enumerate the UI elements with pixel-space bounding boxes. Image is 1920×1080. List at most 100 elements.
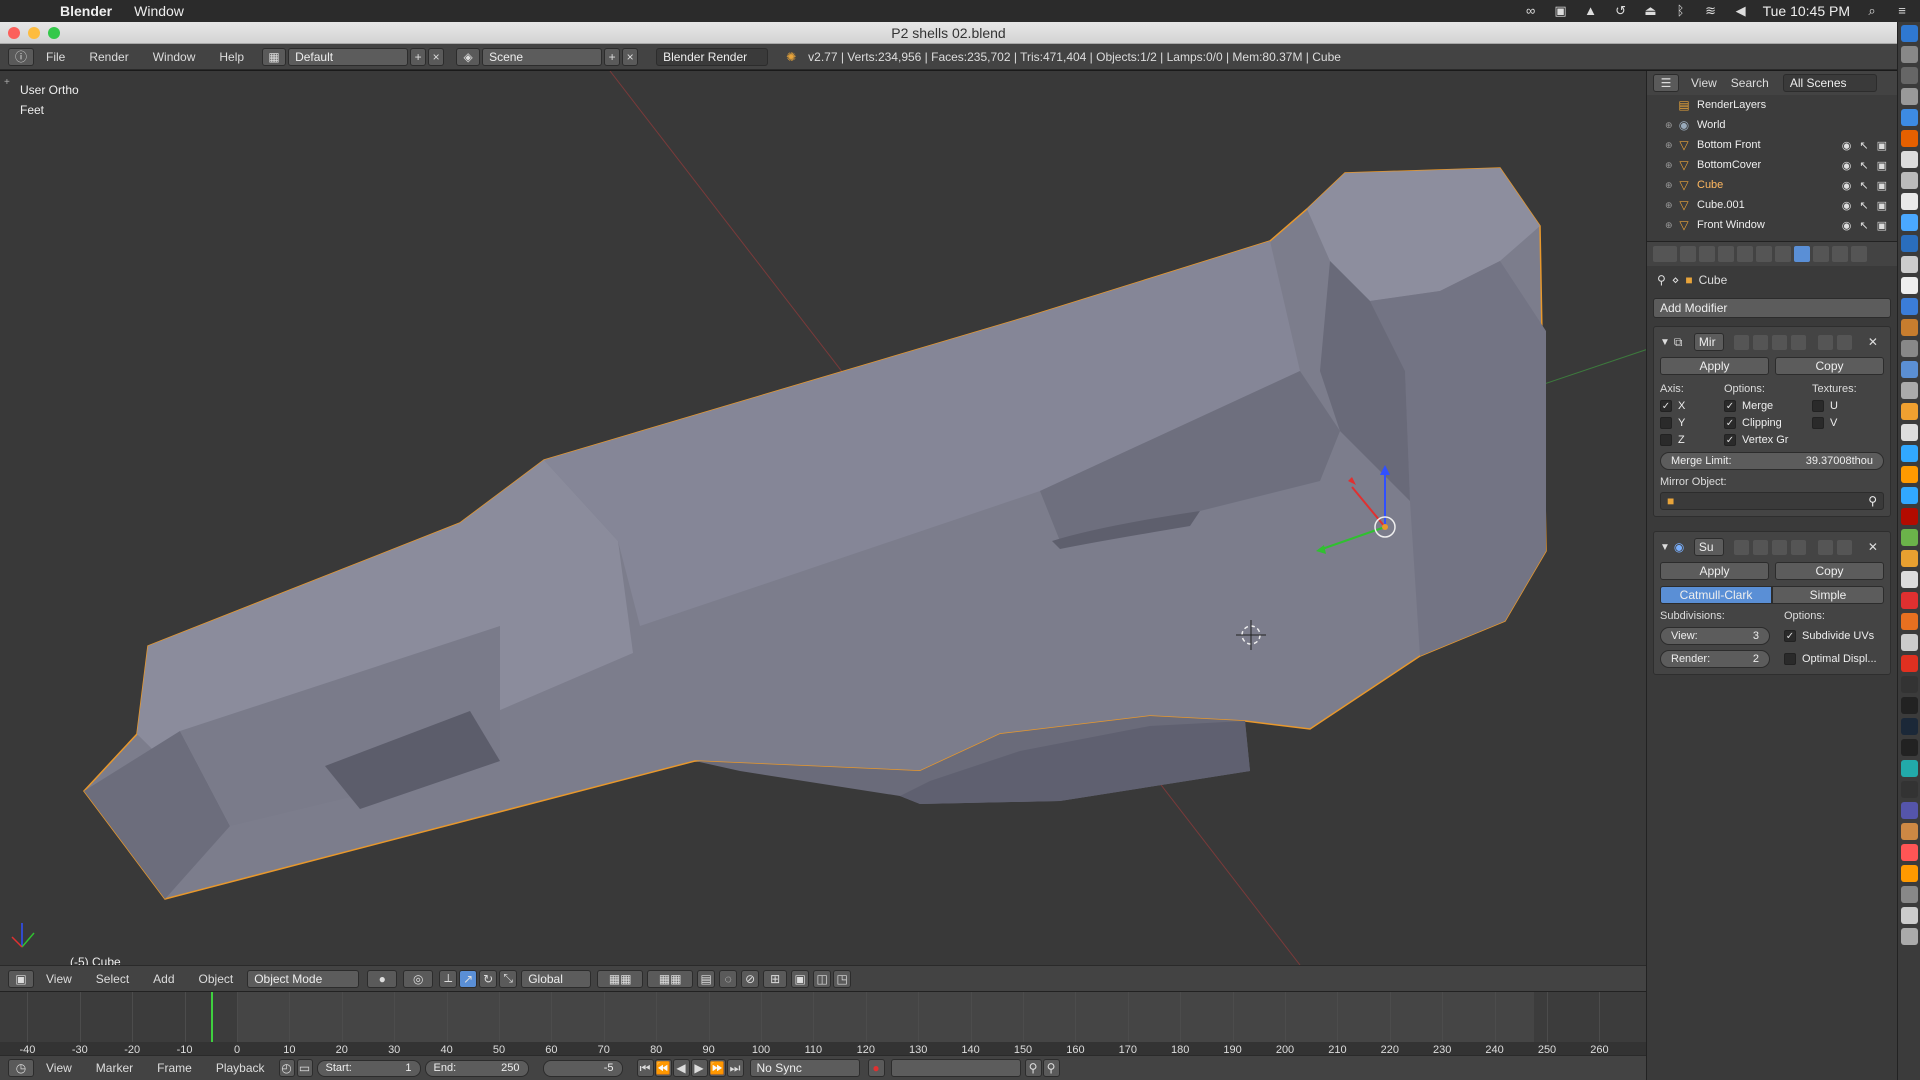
modifiers-tab-icon[interactable] bbox=[1794, 246, 1810, 262]
eye-icon[interactable]: ◉ bbox=[1842, 139, 1852, 152]
opengl-anim-icon[interactable]: ◳ bbox=[833, 969, 852, 988]
expand-toggle-icon[interactable]: ⊕ bbox=[1665, 180, 1677, 191]
dock-app9-icon[interactable] bbox=[1900, 760, 1918, 777]
outliner-item[interactable]: ⊕ ▽ BottomCover ◉ ↖ ▣ bbox=[1647, 155, 1897, 175]
pin-icon[interactable]: ⚲ bbox=[1657, 273, 1666, 287]
dock-blender-icon[interactable] bbox=[1900, 403, 1918, 420]
subsurf-apply-button[interactable]: Apply bbox=[1660, 562, 1769, 580]
expand-toggle-icon[interactable]: ⊕ bbox=[1665, 120, 1677, 131]
jump-keyframe-forward-icon[interactable]: ⏩ bbox=[708, 1059, 726, 1077]
move-down-icon[interactable] bbox=[1836, 334, 1852, 350]
timeline-editor[interactable]: -40 -30 -20 -10 0 10 20 30 40 50 60 70 80 90 100 110 120… bbox=[0, 991, 1654, 1056]
dock-app5-icon[interactable] bbox=[1900, 634, 1918, 651]
mirror-object-field[interactable]: ■ ⚲ bbox=[1660, 492, 1884, 510]
remove-layout-button[interactable]: × bbox=[428, 47, 445, 66]
dock-app7-icon[interactable] bbox=[1900, 676, 1918, 693]
texture-u-checkbox[interactable]: U bbox=[1812, 400, 1882, 412]
start-frame-field[interactable]: Start: 1 bbox=[316, 1059, 421, 1077]
layers-grid-b[interactable]: ▦▦ bbox=[647, 969, 694, 988]
texture-tab-icon[interactable] bbox=[1851, 246, 1867, 262]
cursor-icon[interactable]: ↖ bbox=[1859, 219, 1868, 232]
camera-render-icon[interactable]: ▣ bbox=[1877, 179, 1887, 192]
camera-render-icon[interactable]: ▣ bbox=[1877, 139, 1887, 152]
3d-viewport[interactable]: User Ortho Feet (-5) Cube + bbox=[0, 71, 1654, 965]
dock-trash-icon[interactable] bbox=[1900, 928, 1918, 945]
editor-type-icon[interactable]: ⓘ bbox=[8, 47, 34, 66]
render-toggle-icon[interactable] bbox=[1733, 334, 1749, 350]
outliner-item[interactable]: ⊕ ▽ Bottom Front ◉ ↖ ▣ bbox=[1647, 135, 1897, 155]
current-frame-marker[interactable] bbox=[210, 992, 213, 1042]
timeline-track[interactable] bbox=[0, 992, 1654, 1042]
display-toggle-icon-2[interactable] bbox=[1752, 539, 1768, 555]
menu-marker[interactable]: Marker bbox=[96, 1061, 133, 1075]
dock-itunes-icon[interactable] bbox=[1900, 424, 1918, 441]
outliner-item[interactable]: ⊕ ◉ World bbox=[1647, 115, 1897, 135]
pivot-point-icon[interactable]: ◎ bbox=[403, 969, 434, 988]
collapse-triangle-icon[interactable]: ▼ bbox=[1660, 337, 1670, 348]
dock-textedit-icon[interactable] bbox=[1900, 256, 1918, 273]
constraints-tab-icon[interactable] bbox=[1775, 246, 1791, 262]
subsurf-copy-button[interactable]: Copy bbox=[1775, 562, 1884, 580]
dock-app2-icon[interactable] bbox=[1900, 571, 1918, 588]
outliner-display-mode[interactable]: All Scenes bbox=[1782, 74, 1877, 92]
menu-render[interactable]: Render bbox=[89, 50, 128, 64]
vertex-groups-checkbox[interactable]: ✓ Vertex Gr bbox=[1724, 434, 1812, 446]
dock-illustrator-icon[interactable] bbox=[1900, 466, 1918, 483]
subdivide-uvs-checkbox[interactable]: ✓ Subdivide UVs bbox=[1784, 630, 1874, 642]
eye-icon[interactable]: ◉ bbox=[1842, 199, 1852, 212]
render-toggle-icon-2[interactable] bbox=[1733, 539, 1749, 555]
dock-calendar-icon[interactable] bbox=[1900, 193, 1918, 210]
scene-icon[interactable]: ◈ bbox=[456, 47, 481, 66]
dock-numbers-icon[interactable] bbox=[1900, 298, 1918, 315]
menu-frame[interactable]: Frame bbox=[157, 1061, 192, 1075]
editmode-toggle-icon-2[interactable] bbox=[1771, 539, 1787, 555]
add-scene-button[interactable]: + bbox=[604, 47, 621, 66]
properties-editor-type-icon[interactable] bbox=[1653, 246, 1677, 262]
translate-manipulator-icon[interactable]: ↗ bbox=[459, 969, 478, 988]
dock-photos-icon[interactable] bbox=[1900, 382, 1918, 399]
cage-toggle-icon-2[interactable] bbox=[1790, 539, 1806, 555]
outliner-item[interactable]: ⊕ ▽ Front Window ◉ ↖ ▣ bbox=[1647, 215, 1897, 235]
move-up-icon-2[interactable] bbox=[1817, 539, 1833, 555]
window-menu[interactable]: Window bbox=[134, 3, 184, 19]
viewport-shading-icon[interactable]: ● bbox=[367, 969, 398, 988]
add-layout-button[interactable]: + bbox=[410, 47, 427, 66]
dock-messages-icon[interactable] bbox=[1900, 214, 1918, 231]
cursor-icon[interactable]: ↖ bbox=[1859, 179, 1868, 192]
cube-object-mesh[interactable] bbox=[83, 167, 1547, 900]
dock-keynote-icon[interactable] bbox=[1900, 319, 1918, 336]
snap-element-icon[interactable]: ⊞ bbox=[763, 969, 788, 988]
close-window-button[interactable] bbox=[8, 27, 20, 39]
delete-keyframe-icon[interactable]: ⚲ bbox=[1042, 1059, 1060, 1077]
creative-cloud-icon[interactable]: ∞ bbox=[1523, 4, 1539, 18]
outliner-editor-type-icon[interactable]: ☰ bbox=[1653, 74, 1679, 92]
outliner-menu-search[interactable]: Search bbox=[1731, 76, 1769, 90]
app-menu[interactable]: Blender bbox=[60, 3, 112, 19]
cursor-icon[interactable]: ↖ bbox=[1859, 199, 1868, 212]
expand-toggle-icon[interactable]: ⊕ bbox=[1665, 140, 1677, 151]
dock-disk-utility-icon[interactable] bbox=[1900, 340, 1918, 357]
insert-keyframe-icon[interactable]: ⚲ bbox=[1024, 1059, 1042, 1077]
eye-icon[interactable]: ◉ bbox=[1842, 159, 1852, 172]
layers-grid-a[interactable]: ▦▦ bbox=[597, 969, 644, 988]
dock-safari-icon[interactable] bbox=[1900, 109, 1918, 126]
dock-app13-icon[interactable] bbox=[1900, 844, 1918, 861]
keying-set-field[interactable] bbox=[890, 1059, 1021, 1077]
dock-app3-icon[interactable] bbox=[1900, 592, 1918, 609]
minimize-window-button[interactable] bbox=[28, 27, 40, 39]
jump-start-icon[interactable]: ⏮ bbox=[636, 1059, 654, 1077]
camera-render-icon[interactable]: ▣ bbox=[1877, 159, 1887, 172]
mirror-modifier-name[interactable]: Mir bbox=[1693, 333, 1724, 351]
scale-manipulator-icon[interactable]: ⤡ bbox=[499, 969, 518, 988]
cursor-icon[interactable]: ↖ bbox=[1859, 159, 1868, 172]
play-icon[interactable]: ▶ bbox=[690, 1059, 708, 1077]
outliner[interactable]: ☰ View Search All Scenes ▤ RenderLayers ⊕ ◉… bbox=[1646, 71, 1897, 241]
opengl-render-icon[interactable]: ◫ bbox=[813, 969, 832, 988]
merge-checkbox[interactable]: ✓ Merge bbox=[1724, 400, 1812, 412]
play-reverse-icon[interactable]: ◀ bbox=[672, 1059, 690, 1077]
move-down-icon-2[interactable] bbox=[1836, 539, 1852, 555]
optimal-display-checkbox[interactable]: Optimal Displ... bbox=[1784, 653, 1877, 665]
scene-tab-icon[interactable] bbox=[1718, 246, 1734, 262]
dock-finder-icon[interactable] bbox=[1900, 25, 1918, 42]
jump-end-icon[interactable]: ⏭ bbox=[726, 1059, 744, 1077]
